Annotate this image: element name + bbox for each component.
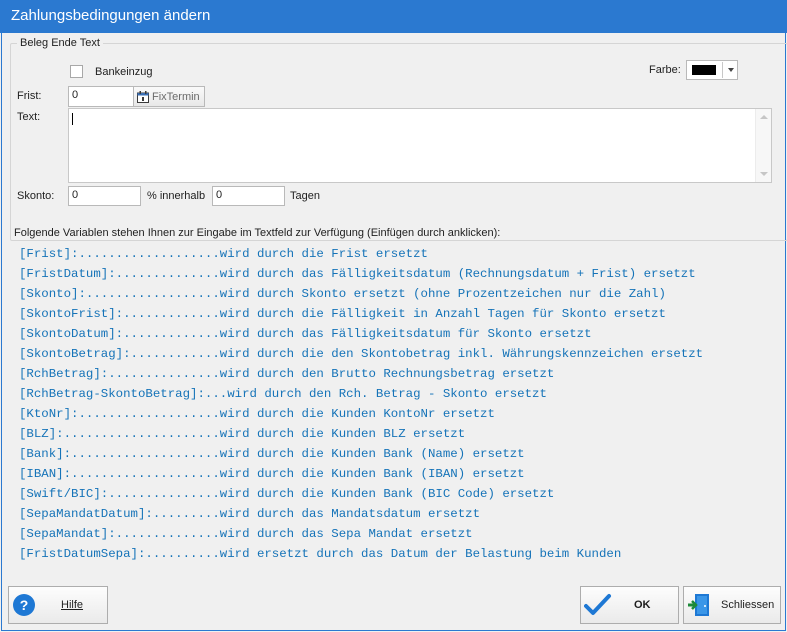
tage-label: Tagen — [290, 190, 320, 202]
variable-skontofrist[interactable]: [SkontoFrist]:.............wird durch di… — [19, 307, 666, 321]
tage-input[interactable]: 0 — [212, 186, 285, 206]
variable-skonto[interactable]: [Skonto]:..................wird durch Sk… — [19, 287, 666, 301]
ok-button[interactable]: OK — [580, 586, 679, 624]
bankeinzug-label: Bankeinzug — [95, 66, 153, 78]
help-label: Hilfe — [61, 599, 84, 611]
variable-sepamandatdatum[interactable]: [SepaMandatDatum]:.........wird durch da… — [19, 507, 480, 521]
variable-fristdatumsepa[interactable]: [FristDatumSepa]:..........wird ersetzt … — [19, 547, 621, 561]
exit-door-icon — [688, 594, 709, 616]
close-button[interactable]: Schliessen — [683, 586, 781, 624]
beleg-ende-text-group: Beleg Ende Text Bankeinzug Farbe: Frist:… — [10, 37, 787, 241]
innerhalb-label: % innerhalb — [147, 190, 206, 202]
variable-fristdatum[interactable]: [FristDatum]:..............wird durch da… — [19, 267, 696, 281]
bankeinzug-checkbox[interactable] — [70, 65, 83, 78]
text-scrollbar[interactable] — [755, 109, 771, 182]
scroll-down-icon — [760, 172, 768, 176]
farbe-label: Farbe: — [649, 64, 681, 76]
variable-frist[interactable]: [Frist]:...................wird durch di… — [19, 247, 428, 261]
dialog-body: Beleg Ende Text Bankeinzug Farbe: Frist:… — [1, 33, 787, 631]
skonto-label: Skonto: — [17, 190, 55, 202]
fixtermin-label: FixTermin — [152, 90, 200, 103]
skonto-input[interactable]: 0 — [68, 186, 141, 206]
variable-rchbetrag[interactable]: [RchBetrag]:...............wird durch de… — [19, 367, 554, 381]
variable-bank[interactable]: [Bank]:....................wird durch di… — [19, 447, 525, 461]
frist-input[interactable]: 0 — [68, 86, 134, 107]
help-button[interactable]: ? Hilfe — [8, 586, 108, 624]
variable-swift-bic[interactable]: [Swift/BIC]:...............wird durch di… — [19, 487, 554, 501]
variable-sepamandat[interactable]: [SepaMandat]:..............wird durch da… — [19, 527, 473, 541]
text-caret — [72, 113, 73, 125]
variable-skontobetrag[interactable]: [SkontoBetrag]:............wird durch di… — [19, 347, 703, 361]
variable-iban[interactable]: [IBAN]:....................wird durch di… — [19, 467, 525, 481]
frist-label: Frist: — [17, 90, 42, 102]
window-title: Zahlungsbedingungen ändern — [11, 7, 211, 24]
group-title: Beleg Ende Text — [17, 37, 103, 49]
variable-blz[interactable]: [BLZ]:.....................wird durch di… — [19, 427, 465, 441]
chevron-down-icon — [728, 68, 734, 72]
text-label: Text: — [17, 111, 41, 123]
fixtermin-button[interactable]: FixTermin — [133, 86, 205, 107]
variable-rchbetrag-skontobetrag[interactable]: [RchBetrag-SkontoBetrag]:...wird durch d… — [19, 387, 547, 401]
calendar-icon — [137, 90, 149, 103]
title-bar: Zahlungsbedingungen ändern — [0, 0, 787, 33]
variable-ktonr[interactable]: [KtoNr]:...................wird durch di… — [19, 407, 495, 421]
scroll-up-icon — [760, 115, 768, 119]
farbe-color-dropdown[interactable] — [686, 60, 738, 80]
close-label: Schliessen — [721, 599, 775, 611]
variables-heading: Folgende Variablen stehen Ihnen zur Eing… — [14, 227, 501, 239]
checkmark-icon — [584, 594, 611, 615]
text-textarea[interactable] — [68, 108, 772, 183]
variable-skontodatum[interactable]: [SkontoDatum]:.............wird durch da… — [19, 327, 592, 341]
ok-label: OK — [634, 599, 651, 611]
help-icon: ? — [13, 594, 35, 616]
color-swatch — [692, 65, 716, 75]
